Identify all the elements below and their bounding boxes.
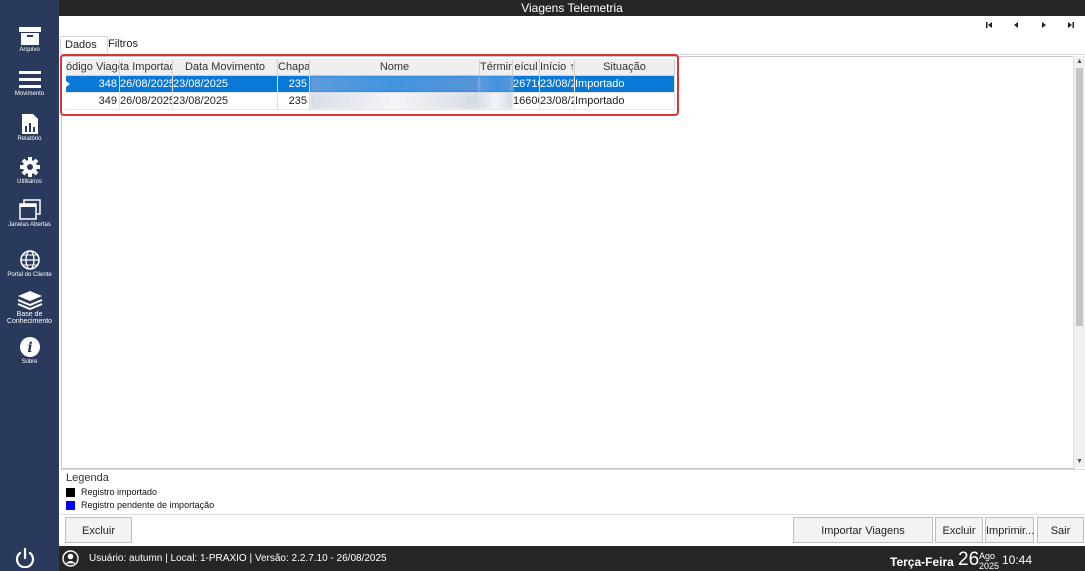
cell-inicio: 23/08/2	[540, 93, 575, 109]
legend-item-pendente: Registro pendente de importação	[66, 500, 215, 511]
info-icon: i	[19, 337, 40, 357]
cell-importacao: 26/08/2025	[120, 76, 173, 92]
sidebar-item-label: Utilitários	[17, 179, 42, 185]
sair-button[interactable]: Sair	[1037, 517, 1084, 543]
tab-filtros[interactable]: Filtros	[104, 36, 148, 53]
cell-veiculo: 26710	[513, 76, 540, 92]
window-title: Viagens Telemetria	[59, 0, 1085, 16]
sidebar: Arquivo Movimento Relatório Utilitários …	[0, 0, 59, 571]
sidebar-item-janelas[interactable]: Janelas Abertas	[0, 199, 59, 229]
legend-label: Registro pendente de importação	[81, 500, 215, 510]
cell-veiculo: 16600	[513, 93, 540, 109]
sidebar-item-sobre[interactable]: i Sobre	[0, 336, 59, 366]
last-record-icon[interactable]	[1061, 18, 1083, 32]
col-veiculo[interactable]: eícul	[513, 59, 540, 75]
col-data-importacao[interactable]: ta Importaç	[120, 59, 173, 75]
table-row[interactable]: 348 26/08/2025 23/08/2025 235 26710 23/0…	[66, 76, 675, 93]
cell-movimento: 23/08/2025	[173, 76, 278, 92]
sidebar-item-label: Portal do Cliente	[7, 272, 52, 278]
status-weekday: Terça-Feira	[890, 555, 954, 569]
status-time: 10:44	[1002, 553, 1033, 567]
cell-movimento: 23/08/2025	[173, 93, 278, 109]
col-termino[interactable]: Términc	[480, 59, 513, 75]
layers-icon	[17, 291, 42, 310]
col-inicio[interactable]: Início ↑	[540, 59, 575, 75]
excluir-button[interactable]: Excluir	[935, 517, 983, 543]
col-data-movimento[interactable]: Data Movimento	[173, 59, 278, 75]
sidebar-item-label: Base de Conhecimento	[6, 311, 53, 325]
user-icon	[62, 550, 79, 567]
legend-swatch-blue	[66, 501, 75, 511]
status-info: Usuário: autumn | Local: 1-PRAXIO | Vers…	[89, 553, 387, 564]
archive-icon	[18, 27, 41, 45]
col-chapa[interactable]: Chapa	[278, 59, 310, 75]
tab-dados[interactable]: Dados	[60, 36, 108, 55]
status-month-year: Ago 2025	[979, 551, 999, 571]
sidebar-item-label: Relatório	[17, 136, 42, 142]
excluir-todos-button[interactable]: Excluir Todos	[65, 517, 132, 563]
cell-codigo: 348	[66, 76, 120, 92]
sidebar-item-utilitarios[interactable]: Utilitários	[0, 156, 59, 186]
importar-viagens-button[interactable]: Importar Viagens Telemetria...	[793, 517, 933, 563]
menu-icon	[18, 71, 41, 88]
sidebar-item-label: Arquivo	[19, 47, 40, 53]
sidebar-item-label: Movimento	[14, 91, 45, 97]
record-navigator	[975, 18, 1085, 32]
report-icon	[21, 114, 38, 134]
first-record-icon[interactable]	[977, 18, 999, 32]
sidebar-item-movimento[interactable]: Movimento	[0, 70, 59, 98]
scroll-up-icon[interactable]: ▲	[1076, 57, 1083, 66]
prev-record-icon[interactable]	[1005, 18, 1027, 32]
cell-codigo: 349	[66, 93, 120, 109]
legend-label: Registro importado	[81, 487, 158, 497]
cell-termino-redacted	[480, 76, 513, 92]
sidebar-item-portal[interactable]: Portal do Cliente	[0, 249, 59, 279]
svg-text:i: i	[27, 340, 32, 356]
cell-importacao: 26/08/2025	[120, 93, 173, 109]
scroll-thumb[interactable]	[1076, 68, 1083, 326]
vertical-scrollbar[interactable]: ▲ ▼	[1073, 56, 1085, 467]
globe-icon	[19, 250, 40, 270]
status-year: 2025	[979, 561, 1000, 571]
sidebar-item-base-conhecimento[interactable]: Base de Conhecimento	[0, 290, 59, 325]
sidebar-item-relatorio[interactable]: Relatório	[0, 113, 59, 143]
col-situacao[interactable]: Situação	[575, 59, 675, 75]
windows-icon	[18, 199, 41, 220]
legend-title: Legenda	[66, 472, 109, 484]
gear-icon	[19, 157, 40, 177]
legend-swatch-black	[66, 488, 75, 498]
status-day: 26	[958, 549, 980, 570]
sidebar-item-arquivo[interactable]: Arquivo	[0, 26, 59, 54]
status-bar: Usuário: autumn | Local: 1-PRAXIO | Vers…	[59, 546, 1085, 571]
sidebar-item-label: Janelas Abertas	[8, 222, 51, 228]
cell-situacao: Importado	[575, 93, 675, 109]
grid-header: ódigo Viage ta Importaç Data Movimento C…	[66, 59, 675, 76]
cell-nome-redacted	[310, 93, 480, 109]
imprimir-button[interactable]: Imprimir...	[985, 517, 1034, 543]
cell-chapa: 235	[278, 93, 310, 109]
sidebar-item-label: Sobre	[21, 359, 38, 365]
tab-divider	[60, 54, 1085, 55]
col-codigo-viagem[interactable]: ódigo Viage	[66, 59, 120, 75]
col-nome[interactable]: Nome	[310, 59, 480, 75]
buttons-divider	[60, 514, 1085, 515]
scroll-down-icon[interactable]: ▼	[1076, 457, 1083, 466]
status-month: Ago	[979, 551, 996, 561]
data-grid[interactable]: ódigo Viage ta Importaç Data Movimento C…	[61, 56, 1075, 469]
legend-item-importado: Registro importado	[66, 487, 158, 498]
cell-termino-redacted	[480, 93, 513, 109]
cell-nome-redacted	[310, 76, 480, 92]
table-row[interactable]: 349 26/08/2025 23/08/2025 235 16600 23/0…	[66, 93, 675, 110]
power-icon[interactable]	[14, 548, 36, 568]
next-record-icon[interactable]	[1033, 18, 1055, 32]
cell-inicio: 23/08/2	[540, 76, 575, 92]
cell-situacao: Importado	[575, 76, 675, 92]
cell-chapa: 235	[278, 76, 310, 92]
legend-divider	[60, 469, 1085, 470]
